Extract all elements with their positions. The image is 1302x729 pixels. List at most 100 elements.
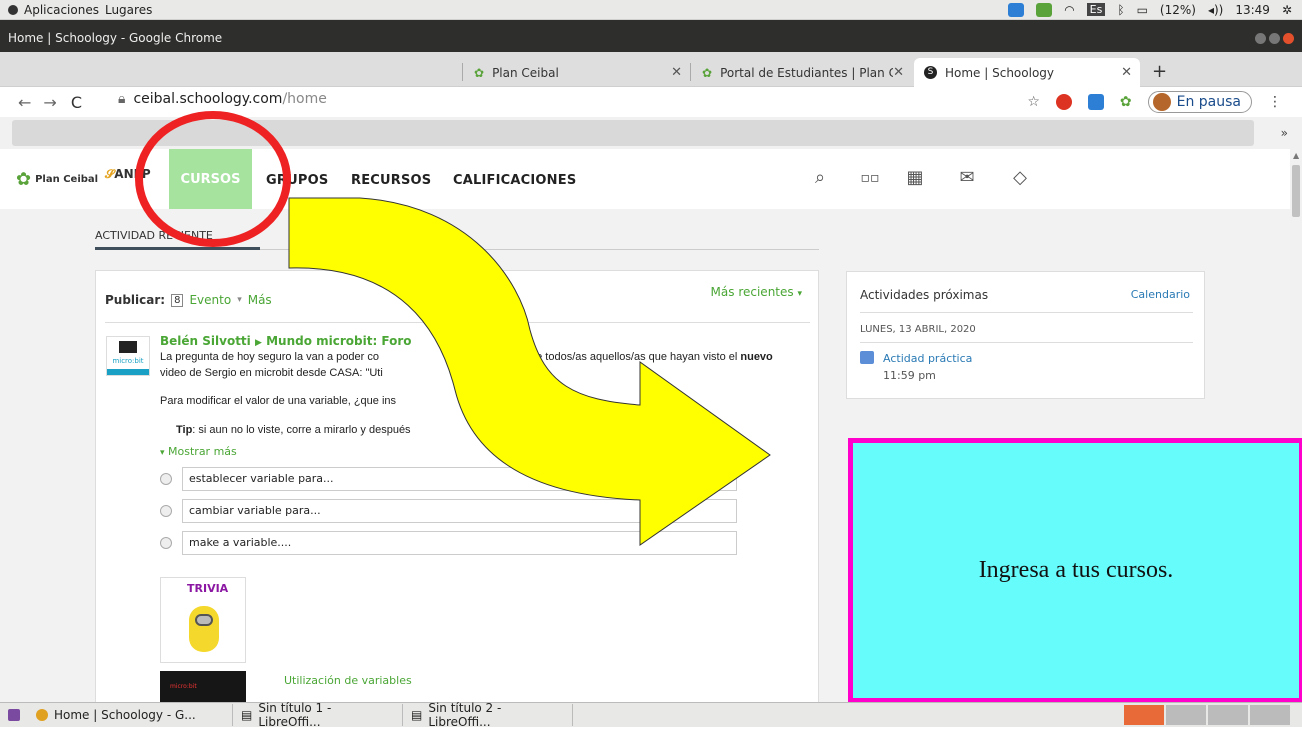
nav-cursos[interactable]: CURSOS (169, 149, 252, 209)
taskbar-item-chrome[interactable]: Home | Schoology - G... (28, 704, 233, 726)
radio-button[interactable] (160, 505, 172, 517)
minimize-window-button[interactable] (1255, 33, 1266, 44)
taskbar-item-label: Home | Schoology - G... (54, 708, 196, 722)
scroll-up-icon[interactable]: ▲ (1293, 151, 1299, 160)
post-text: La pregunta de hoy seguro la van a poder… (160, 351, 379, 363)
messages-icon[interactable]: ✉ (957, 168, 977, 188)
workspace-1[interactable] (1124, 705, 1164, 725)
avatar-bar (107, 369, 149, 375)
lock-icon[interactable]: 🔒︎ (118, 91, 125, 107)
workspace-4[interactable] (1250, 705, 1290, 725)
taskbar-item-libreoffice-1[interactable]: ▤ Sin título 1 - LibreOffi... (233, 701, 403, 729)
radio-button[interactable] (160, 537, 172, 549)
poll-option[interactable]: establecer variable para... (160, 467, 737, 491)
event-button[interactable]: Evento (189, 293, 231, 307)
tab-portal-estudiantes[interactable]: ✿ Portal de Estudiantes | Plan C ✕ (692, 58, 912, 87)
site-nav: ✿ Plan Ceibal 𝓢ANEP CURSOS GRUPOS RECURS… (0, 149, 1290, 209)
forward-icon[interactable]: → (43, 93, 56, 112)
close-tab-icon[interactable]: ✕ (1121, 65, 1132, 80)
bookmarks-bar: » (0, 117, 1302, 149)
post-avatar[interactable]: micro:bit (106, 336, 150, 376)
plan-ceibal-logo[interactable]: ✿ Plan Ceibal (16, 169, 98, 190)
ceibal-favicon: ✿ (702, 65, 713, 80)
menu-kebab-icon[interactable]: ⋮ (1268, 94, 1282, 110)
show-desktop-button[interactable] (0, 704, 28, 726)
system-menu-icon[interactable]: ✲ (1282, 3, 1292, 17)
nav-calificaciones[interactable]: CALIFICACIONES (453, 173, 576, 188)
divider (860, 342, 1193, 343)
taskbar-item-label: Sin título 2 - LibreOffi... (428, 701, 502, 729)
bookmark-star-icon[interactable]: ☆ (1027, 94, 1040, 110)
microbit-image (119, 341, 137, 353)
battery-icon[interactable]: ▭ (1137, 3, 1148, 17)
radio-button[interactable] (160, 473, 172, 485)
maximize-window-button[interactable] (1269, 33, 1280, 44)
chevron-down-icon: ▾ (160, 448, 165, 458)
nav-recursos[interactable]: RECURSOS (351, 173, 431, 188)
back-icon[interactable]: ← (18, 93, 31, 112)
tab-label: Plan Ceibal (492, 65, 559, 80)
sort-dropdown[interactable]: Más recientes ▾ (711, 285, 802, 299)
workspace-switcher[interactable] (1124, 704, 1302, 726)
more-dropdown-icon[interactable]: ▾ (237, 295, 242, 305)
tab-schoology[interactable]: S Home | Schoology ✕ (914, 58, 1140, 87)
post-forum[interactable]: Mundo microbit: Foro (266, 334, 411, 348)
option-label: cambiar variable para... (182, 499, 737, 523)
adblock-icon[interactable] (1055, 94, 1072, 110)
trivia-image[interactable]: TRIVIA (160, 577, 246, 663)
close-window-button[interactable] (1283, 33, 1294, 44)
volume-icon[interactable]: ◂)) (1208, 3, 1223, 17)
post-line-2: video de Sergio en microbit desde CASA: … (160, 367, 512, 379)
notifications-icon[interactable]: ◇ (1010, 168, 1030, 188)
workspace-2[interactable] (1166, 705, 1206, 725)
clock[interactable]: 13:49 (1235, 3, 1270, 17)
more-button[interactable]: Más (248, 293, 272, 307)
apps-menu[interactable]: Aplicaciones (24, 3, 99, 17)
poll-option[interactable]: cambiar variable para... (160, 499, 737, 523)
upcoming-activities-panel: Actividades próximas Calendario LUNES, 1… (846, 271, 1205, 399)
poll-option[interactable]: make a variable.... (160, 531, 737, 555)
taskbar: Home | Schoology - G... ▤ Sin título 1 -… (0, 701, 1302, 729)
nav-grupos[interactable]: GRUPOS (266, 173, 328, 188)
close-tab-icon[interactable]: ✕ (893, 65, 904, 80)
apps-menu-icon[interactable] (8, 4, 18, 15)
post-author[interactable]: Belén Silvotti (160, 334, 251, 348)
ceibal-tray-icon[interactable] (1036, 2, 1053, 17)
bluetooth-icon[interactable]: ᛒ (1117, 3, 1124, 17)
upcoming-date: LUNES, 13 ABRIL, 2020 (860, 324, 976, 335)
new-tab-button[interactable]: + (1152, 61, 1167, 82)
active-tab-indicator (95, 247, 260, 250)
post-tip: Tip: si aun no lo viste, corre a mirarlo… (176, 424, 411, 436)
workspace-3[interactable] (1208, 705, 1248, 725)
option-label: establecer variable para... (182, 467, 737, 491)
ceibal-extension-icon[interactable]: ✿ (1120, 94, 1132, 110)
search-icon[interactable]: ⌕ (810, 168, 830, 188)
calendar-icon[interactable]: ▦ (905, 168, 925, 188)
tab-actividad-reciente[interactable]: ACTIVIDAD RECIENTE (95, 229, 213, 242)
video-thumbnail[interactable]: micro:bit (160, 671, 246, 702)
places-menu[interactable]: Lugares (105, 3, 152, 17)
keyboard-layout[interactable]: Es (1086, 3, 1106, 16)
desktop-icon (8, 709, 20, 721)
tab-plan-ceibal[interactable]: ✿ Plan Ceibal ✕ (464, 58, 690, 87)
tip-bold: Tip (176, 424, 193, 436)
show-more-link[interactable]: ▾ Mostrar más (160, 445, 237, 458)
calendar-link[interactable]: Calendario (1131, 288, 1190, 301)
close-tab-icon[interactable]: ✕ (671, 65, 682, 80)
scrollbar-thumb[interactable] (1292, 165, 1300, 217)
arrow-right-icon: ▶ (254, 338, 262, 348)
taskbar-item-libreoffice-2[interactable]: ▤ Sin título 2 - LibreOffi... (403, 701, 573, 729)
address-bar[interactable]: 🔒︎ ceibal.schoology.com/home (118, 91, 327, 107)
upcoming-event-link[interactable]: Actidad práctica (883, 352, 972, 365)
chevron-down-icon: ▾ (797, 289, 802, 299)
reload-icon[interactable]: C (71, 93, 82, 112)
update-icon[interactable] (1008, 2, 1025, 17)
video-link[interactable]: Utilización de variables (284, 674, 412, 687)
more-bookmarks-icon[interactable]: » (1281, 126, 1288, 140)
wifi-icon[interactable]: ◠ (1064, 3, 1074, 17)
profile-button[interactable]: En pausa (1147, 91, 1252, 113)
schoology-extension-icon[interactable] (1087, 94, 1104, 110)
publish-label: Publicar: (105, 293, 166, 307)
apps-grid-icon[interactable]: ▫▫ (860, 168, 880, 188)
anep-logo[interactable]: 𝓢ANEP (105, 167, 151, 182)
